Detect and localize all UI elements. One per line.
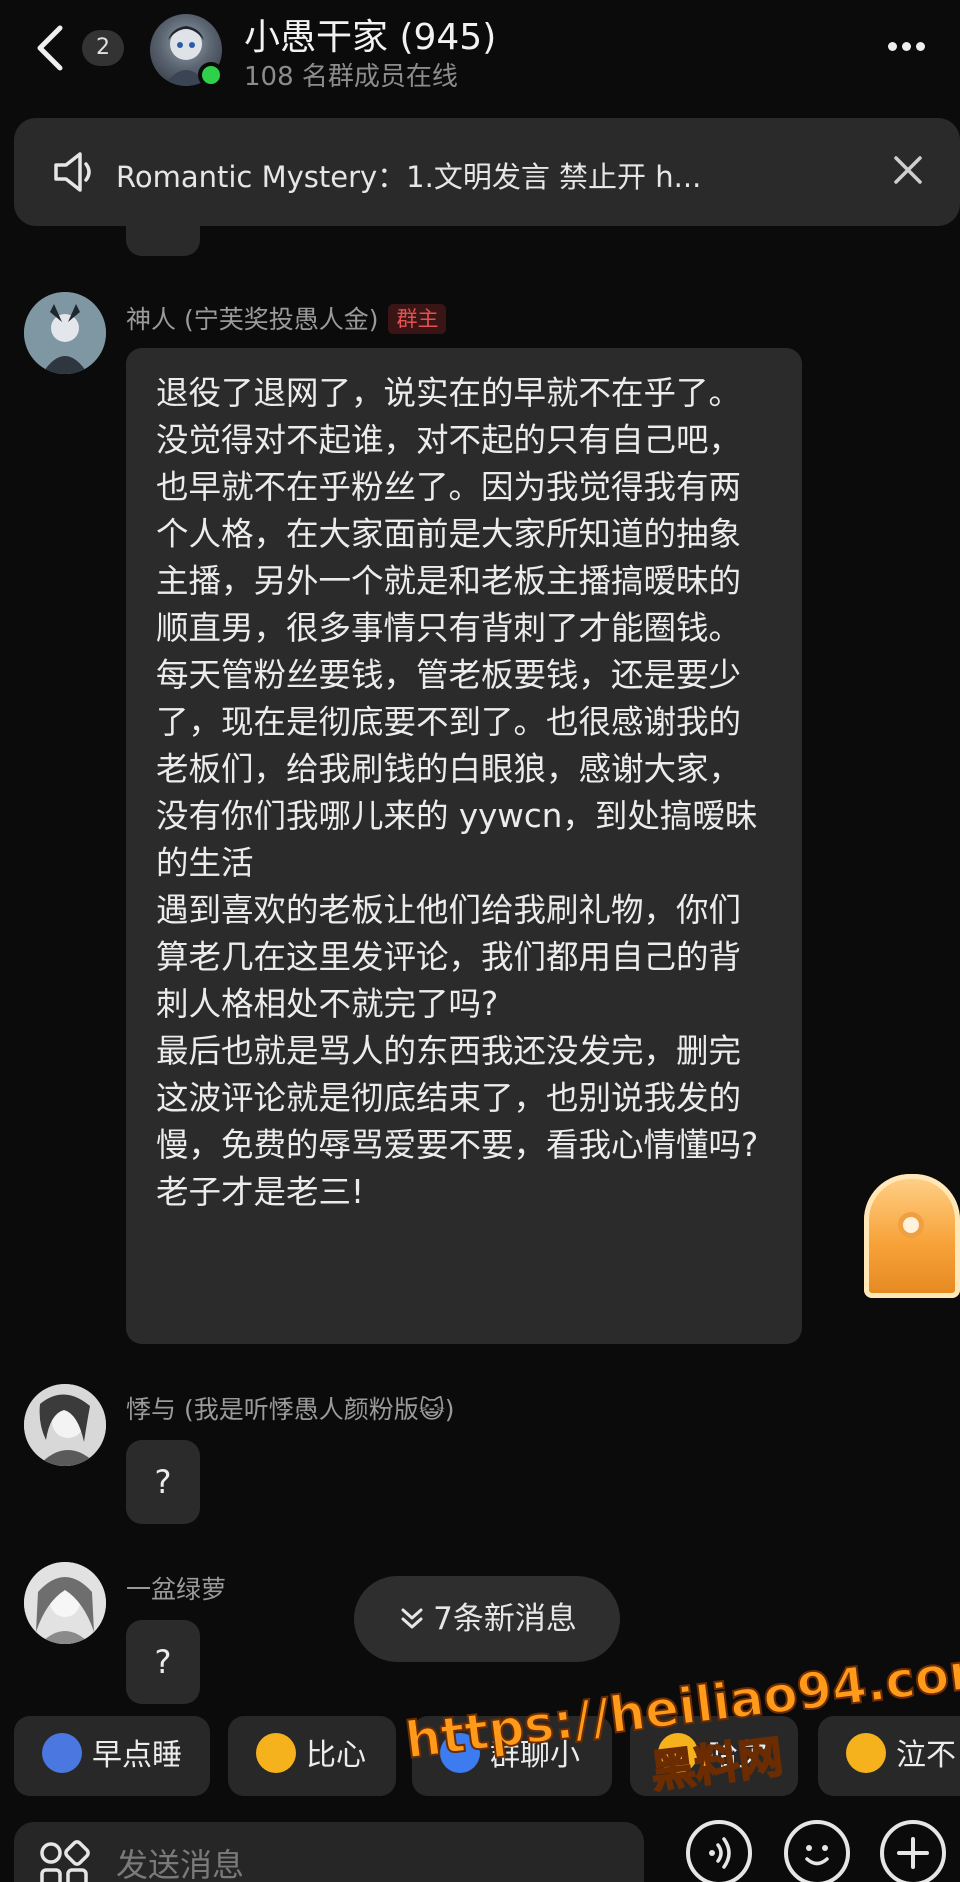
group-owner-badge: 群主 xyxy=(388,304,447,334)
double-chevron-down-icon xyxy=(401,1608,423,1629)
new-messages-label: 7条新消息 xyxy=(433,1601,577,1637)
quick-reply-chip[interactable]: 比心 xyxy=(228,1716,396,1796)
door-icon xyxy=(898,1212,924,1238)
emoji-icon[interactable] xyxy=(784,1820,850,1882)
apps-grid-icon[interactable] xyxy=(38,1840,90,1882)
add-icon[interactable] xyxy=(880,1820,946,1882)
online-member-count: 108 名群成员在线 xyxy=(244,62,458,92)
quick-reply-chip[interactable]: 早点睡 xyxy=(14,1716,210,1796)
sender-name: 悸与 (我是听悸愚人颜粉版😺) xyxy=(126,1395,455,1424)
sender-name: 神人 (宁芙奖投愚人金) xyxy=(126,305,379,334)
sender-avatar[interactable] xyxy=(24,292,106,374)
message-bubble[interactable]: ? xyxy=(126,1620,200,1704)
announcement-text: Romantic Mystery：1.文明发言 禁止开 h... xyxy=(116,160,702,194)
previous-message-bubble xyxy=(126,226,200,256)
message-bubble[interactable]: 退役了退网了，说实在的早就不在乎了。没觉得对不起谁，对不起的只有自己吧，也早就不… xyxy=(126,348,802,1344)
message-sender: 神人 (宁芙奖投愚人金) 群主 xyxy=(126,300,447,336)
floating-door-widget[interactable] xyxy=(864,1174,960,1298)
input-placeholder: 发送消息 xyxy=(116,1846,245,1882)
more-options-icon[interactable] xyxy=(888,36,936,60)
quick-reply-label: 早点睡 xyxy=(92,1738,182,1773)
speaker-icon xyxy=(52,150,98,194)
close-icon[interactable] xyxy=(886,148,930,192)
chat-screen: 2 小愚干家 (945) 108 名群成员在线 Romantic Mystery… xyxy=(0,0,960,1882)
heart-hand-emoji-icon xyxy=(256,1733,296,1773)
unread-count-badge[interactable]: 2 xyxy=(82,30,124,66)
chat-header: 2 小愚干家 (945) 108 名群成员在线 xyxy=(0,0,960,104)
sender-avatar[interactable] xyxy=(24,1562,106,1644)
sender-avatar[interactable] xyxy=(24,1384,106,1466)
back-icon[interactable] xyxy=(28,22,72,74)
sender-name: 一盆绿萝 xyxy=(126,1575,227,1604)
message-bubble[interactable]: ? xyxy=(126,1440,200,1524)
quick-reply-label: 比心 xyxy=(306,1738,366,1773)
new-messages-button[interactable]: 7条新消息 xyxy=(354,1576,620,1662)
group-title[interactable]: 小愚干家 (945) xyxy=(244,8,496,60)
online-status-dot xyxy=(198,62,224,88)
moon-sleep-emoji-icon xyxy=(42,1733,82,1773)
group-announcement-banner[interactable]: Romantic Mystery：1.文明发言 禁止开 h... xyxy=(14,118,960,226)
